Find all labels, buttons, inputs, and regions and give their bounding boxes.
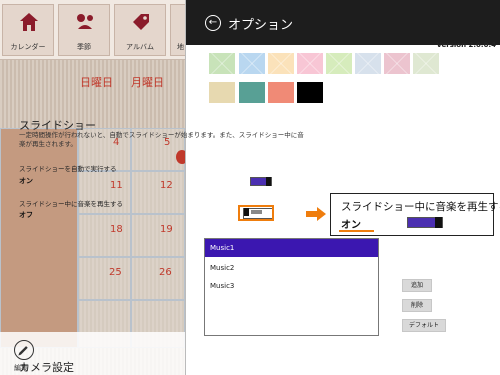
delete-button[interactable]: 削除 xyxy=(402,299,432,312)
theme-swatch[interactable] xyxy=(326,53,352,74)
calendar-cell[interactable] xyxy=(131,257,185,300)
nav-season-button[interactable]: 季節 xyxy=(58,4,110,56)
home-icon xyxy=(20,13,38,31)
callout-toggle xyxy=(407,217,443,228)
calendar-date: 18 xyxy=(110,224,123,235)
auto-slideshow-label: スライドショーを自動で実行する xyxy=(19,165,117,173)
slideshow-description: 一定時間操作が行われないと、自動でスライドショーが始まります。また、スライドショ… xyxy=(19,131,304,148)
add-button[interactable]: 追加 xyxy=(402,279,432,292)
theme-swatch[interactable] xyxy=(384,53,410,74)
calendar-date: 25 xyxy=(109,267,122,278)
calendar-date: 12 xyxy=(160,180,173,191)
edit-button[interactable] xyxy=(14,340,34,360)
calendar-cell xyxy=(0,128,78,348)
theme-swatch[interactable] xyxy=(239,82,265,103)
toggle-thumb xyxy=(266,177,271,186)
theme-swatch[interactable] xyxy=(268,82,294,103)
version-text: Version 2.0.0.4 xyxy=(436,41,497,49)
nav-season-label: 季節 xyxy=(77,43,91,51)
callout-underline xyxy=(339,230,374,232)
nav-more-button[interactable]: 地 xyxy=(170,4,185,56)
callout-state: オン xyxy=(341,220,361,231)
music-state: オフ xyxy=(19,211,33,219)
theme-swatch[interactable] xyxy=(297,53,323,74)
nav-bar: カレンダー 季節 アルバム 地 xyxy=(0,0,185,60)
default-button[interactable]: デフォルト xyxy=(402,319,446,332)
weekday-header: 日曜日 月曜日 xyxy=(0,60,185,108)
theme-swatch[interactable] xyxy=(239,53,265,74)
music-list[interactable]: Music1 Music2 Music3 xyxy=(204,238,379,336)
weekday-monday: 月曜日 xyxy=(131,76,164,89)
back-arrow-icon: ← xyxy=(208,17,218,28)
camera-heading: カメラ設定 xyxy=(19,361,74,374)
pencil-icon xyxy=(18,346,28,356)
nav-calendar-label: カレンダー xyxy=(10,43,46,51)
calendar-cell[interactable] xyxy=(131,214,185,257)
theme-swatch[interactable] xyxy=(209,82,235,103)
theme-swatch[interactable] xyxy=(413,53,439,74)
calendar-date: 26 xyxy=(159,267,172,278)
theme-swatch[interactable] xyxy=(268,53,294,74)
nav-album-button[interactable]: アルバム xyxy=(114,4,166,56)
panel-title: オプション xyxy=(228,18,294,33)
arrow-right-icon xyxy=(306,207,326,221)
weekday-sunday: 日曜日 xyxy=(80,76,113,89)
panel-header: ← オプション xyxy=(186,0,500,45)
tag-icon xyxy=(133,14,149,30)
calendar-date: 11 xyxy=(110,180,123,191)
toggle-thumb xyxy=(435,217,442,228)
theme-swatch[interactable] xyxy=(355,53,381,74)
highlight-frame xyxy=(238,205,274,221)
callout-label: スライドショー中に音楽を再生する xyxy=(341,201,500,213)
auto-slideshow-toggle[interactable] xyxy=(250,177,272,186)
list-item[interactable]: Music3 xyxy=(205,277,378,295)
theme-swatch[interactable] xyxy=(297,82,323,103)
flower-icon xyxy=(176,150,185,164)
callout-box: スライドショー中に音楽を再生する オン xyxy=(330,193,500,236)
back-button[interactable]: ← xyxy=(205,15,221,31)
calendar-cell[interactable] xyxy=(78,214,131,257)
auto-slideshow-state: オン xyxy=(19,177,33,185)
list-item[interactable]: Music1 xyxy=(205,239,378,257)
nav-more-label: 地 xyxy=(177,43,184,51)
theme-swatch[interactable] xyxy=(209,53,235,74)
music-label: スライドショー中に音楽を再生する xyxy=(19,200,123,208)
season-icon xyxy=(77,14,93,29)
calendar-app: カレンダー 季節 アルバム 地 日曜日 月曜日 4 5 11 12 18 19 … xyxy=(0,0,185,375)
nav-album-label: アルバム xyxy=(126,43,154,51)
calendar-cell[interactable] xyxy=(78,257,131,300)
calendar-cell[interactable] xyxy=(131,171,185,214)
list-item[interactable]: Music2 xyxy=(205,259,378,277)
nav-calendar-button[interactable]: カレンダー xyxy=(2,4,54,56)
calendar-date: 19 xyxy=(160,224,173,235)
